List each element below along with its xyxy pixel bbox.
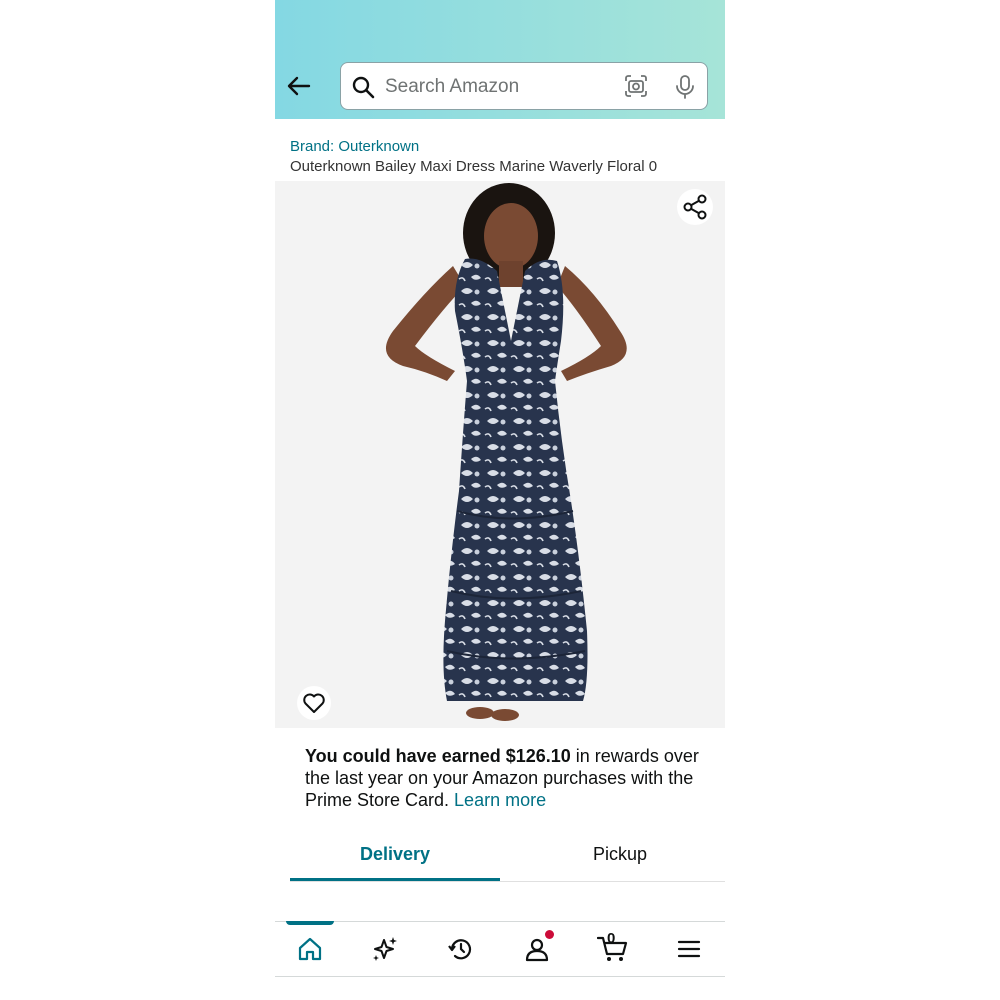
- learn-more-link[interactable]: Learn more: [454, 790, 546, 810]
- product-image[interactable]: [275, 181, 725, 728]
- sparkle-icon: [373, 937, 397, 961]
- share-icon: [683, 194, 707, 220]
- search-input[interactable]: [383, 71, 607, 103]
- history-icon: [448, 939, 472, 960]
- fulfillment-tabs: Delivery Pickup: [290, 838, 725, 882]
- heart-icon: [303, 693, 325, 713]
- product-title: Outerknown Bailey Maxi Dress Marine Wave…: [290, 158, 658, 175]
- arrow-left-icon: [287, 76, 311, 96]
- nav-menu[interactable]: [671, 932, 707, 966]
- microphone-icon[interactable]: [674, 74, 696, 100]
- search-icon: [352, 76, 375, 99]
- tab-delivery[interactable]: Delivery: [290, 838, 500, 881]
- camera-icon[interactable]: [624, 74, 648, 98]
- dress-model-image: [385, 183, 627, 721]
- cart-count: 0: [607, 930, 616, 947]
- wishlist-button[interactable]: [297, 686, 331, 720]
- nav-history[interactable]: [443, 932, 479, 966]
- brand-link[interactable]: Brand: Outerknown: [290, 138, 419, 155]
- menu-icon: [677, 940, 701, 958]
- notification-dot: [545, 930, 554, 939]
- bottom-navigation: 0: [275, 921, 725, 977]
- tab-pickup[interactable]: Pickup: [515, 838, 725, 880]
- rewards-amount: You could have earned $126.10: [305, 746, 571, 766]
- search-box[interactable]: [340, 62, 708, 110]
- active-nav-indicator: [286, 921, 334, 925]
- nav-rufus[interactable]: [367, 932, 403, 966]
- account-icon: [525, 938, 549, 962]
- home-icon: [298, 937, 322, 961]
- share-button[interactable]: [677, 189, 713, 225]
- rewards-message: You could have earned $126.10 in rewards…: [305, 745, 705, 811]
- header: [275, 0, 725, 119]
- nav-cart[interactable]: 0: [595, 930, 631, 966]
- phone-screen: Brand: Outerknown Outerknown Bailey Maxi…: [275, 0, 725, 1000]
- nav-home[interactable]: [292, 932, 328, 966]
- back-button[interactable]: [285, 72, 313, 100]
- nav-account[interactable]: [519, 930, 555, 966]
